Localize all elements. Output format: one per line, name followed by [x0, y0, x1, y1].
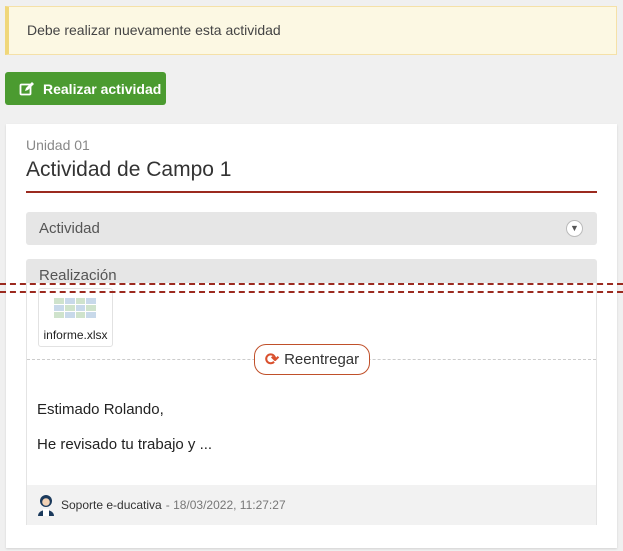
feedback-footer: Soporte e-ducativa - 18/03/2022, 11:27:2… — [27, 485, 596, 525]
feedback-line-2: He revisado tu trabajo y ... — [37, 436, 213, 453]
feedback-date: - 18/03/2022, 11:27:27 — [165, 498, 286, 512]
accordion-actividad[interactable]: Actividad ▼ — [26, 212, 597, 245]
refresh-icon: ⟳ — [264, 349, 280, 369]
user-avatar-icon — [38, 495, 54, 516]
alert-redo-activity: Debe realizar nuevamente esta actividad — [5, 6, 617, 55]
dashed-line-bottom — [0, 291, 623, 293]
realizar-actividad-button[interactable]: Realizar actividad — [5, 72, 166, 105]
file-attachment[interactable]: informe.xlsx — [38, 288, 113, 347]
accordion-actividad-label: Actividad — [39, 220, 100, 237]
feedback-line-1: Estimado Rolando, — [37, 401, 164, 418]
title-underline — [26, 191, 597, 193]
accordion-realizacion-label: Realización — [39, 267, 117, 284]
activity-title: Actividad de Campo 1 — [26, 158, 232, 181]
chevron-down-icon[interactable]: ▼ — [566, 220, 583, 237]
spreadsheet-icon — [54, 298, 96, 318]
reentregar-label: Reentregar — [284, 351, 360, 368]
feedback-author: Soporte e-ducativa — [61, 498, 162, 512]
file-name: informe.xlsx — [43, 328, 108, 342]
unit-label: Unidad 01 — [26, 137, 90, 153]
realizar-actividad-label: Realizar actividad — [43, 80, 162, 97]
alert-text: Debe realizar nuevamente esta actividad — [27, 22, 281, 38]
edit-icon — [19, 81, 34, 95]
reentregar-button[interactable]: ⟳ Reentregar — [254, 344, 370, 375]
dashed-line-top — [0, 283, 623, 285]
realizacion-panel: informe.xlsx ⟳ Reentregar Estimado Rolan… — [26, 283, 597, 525]
